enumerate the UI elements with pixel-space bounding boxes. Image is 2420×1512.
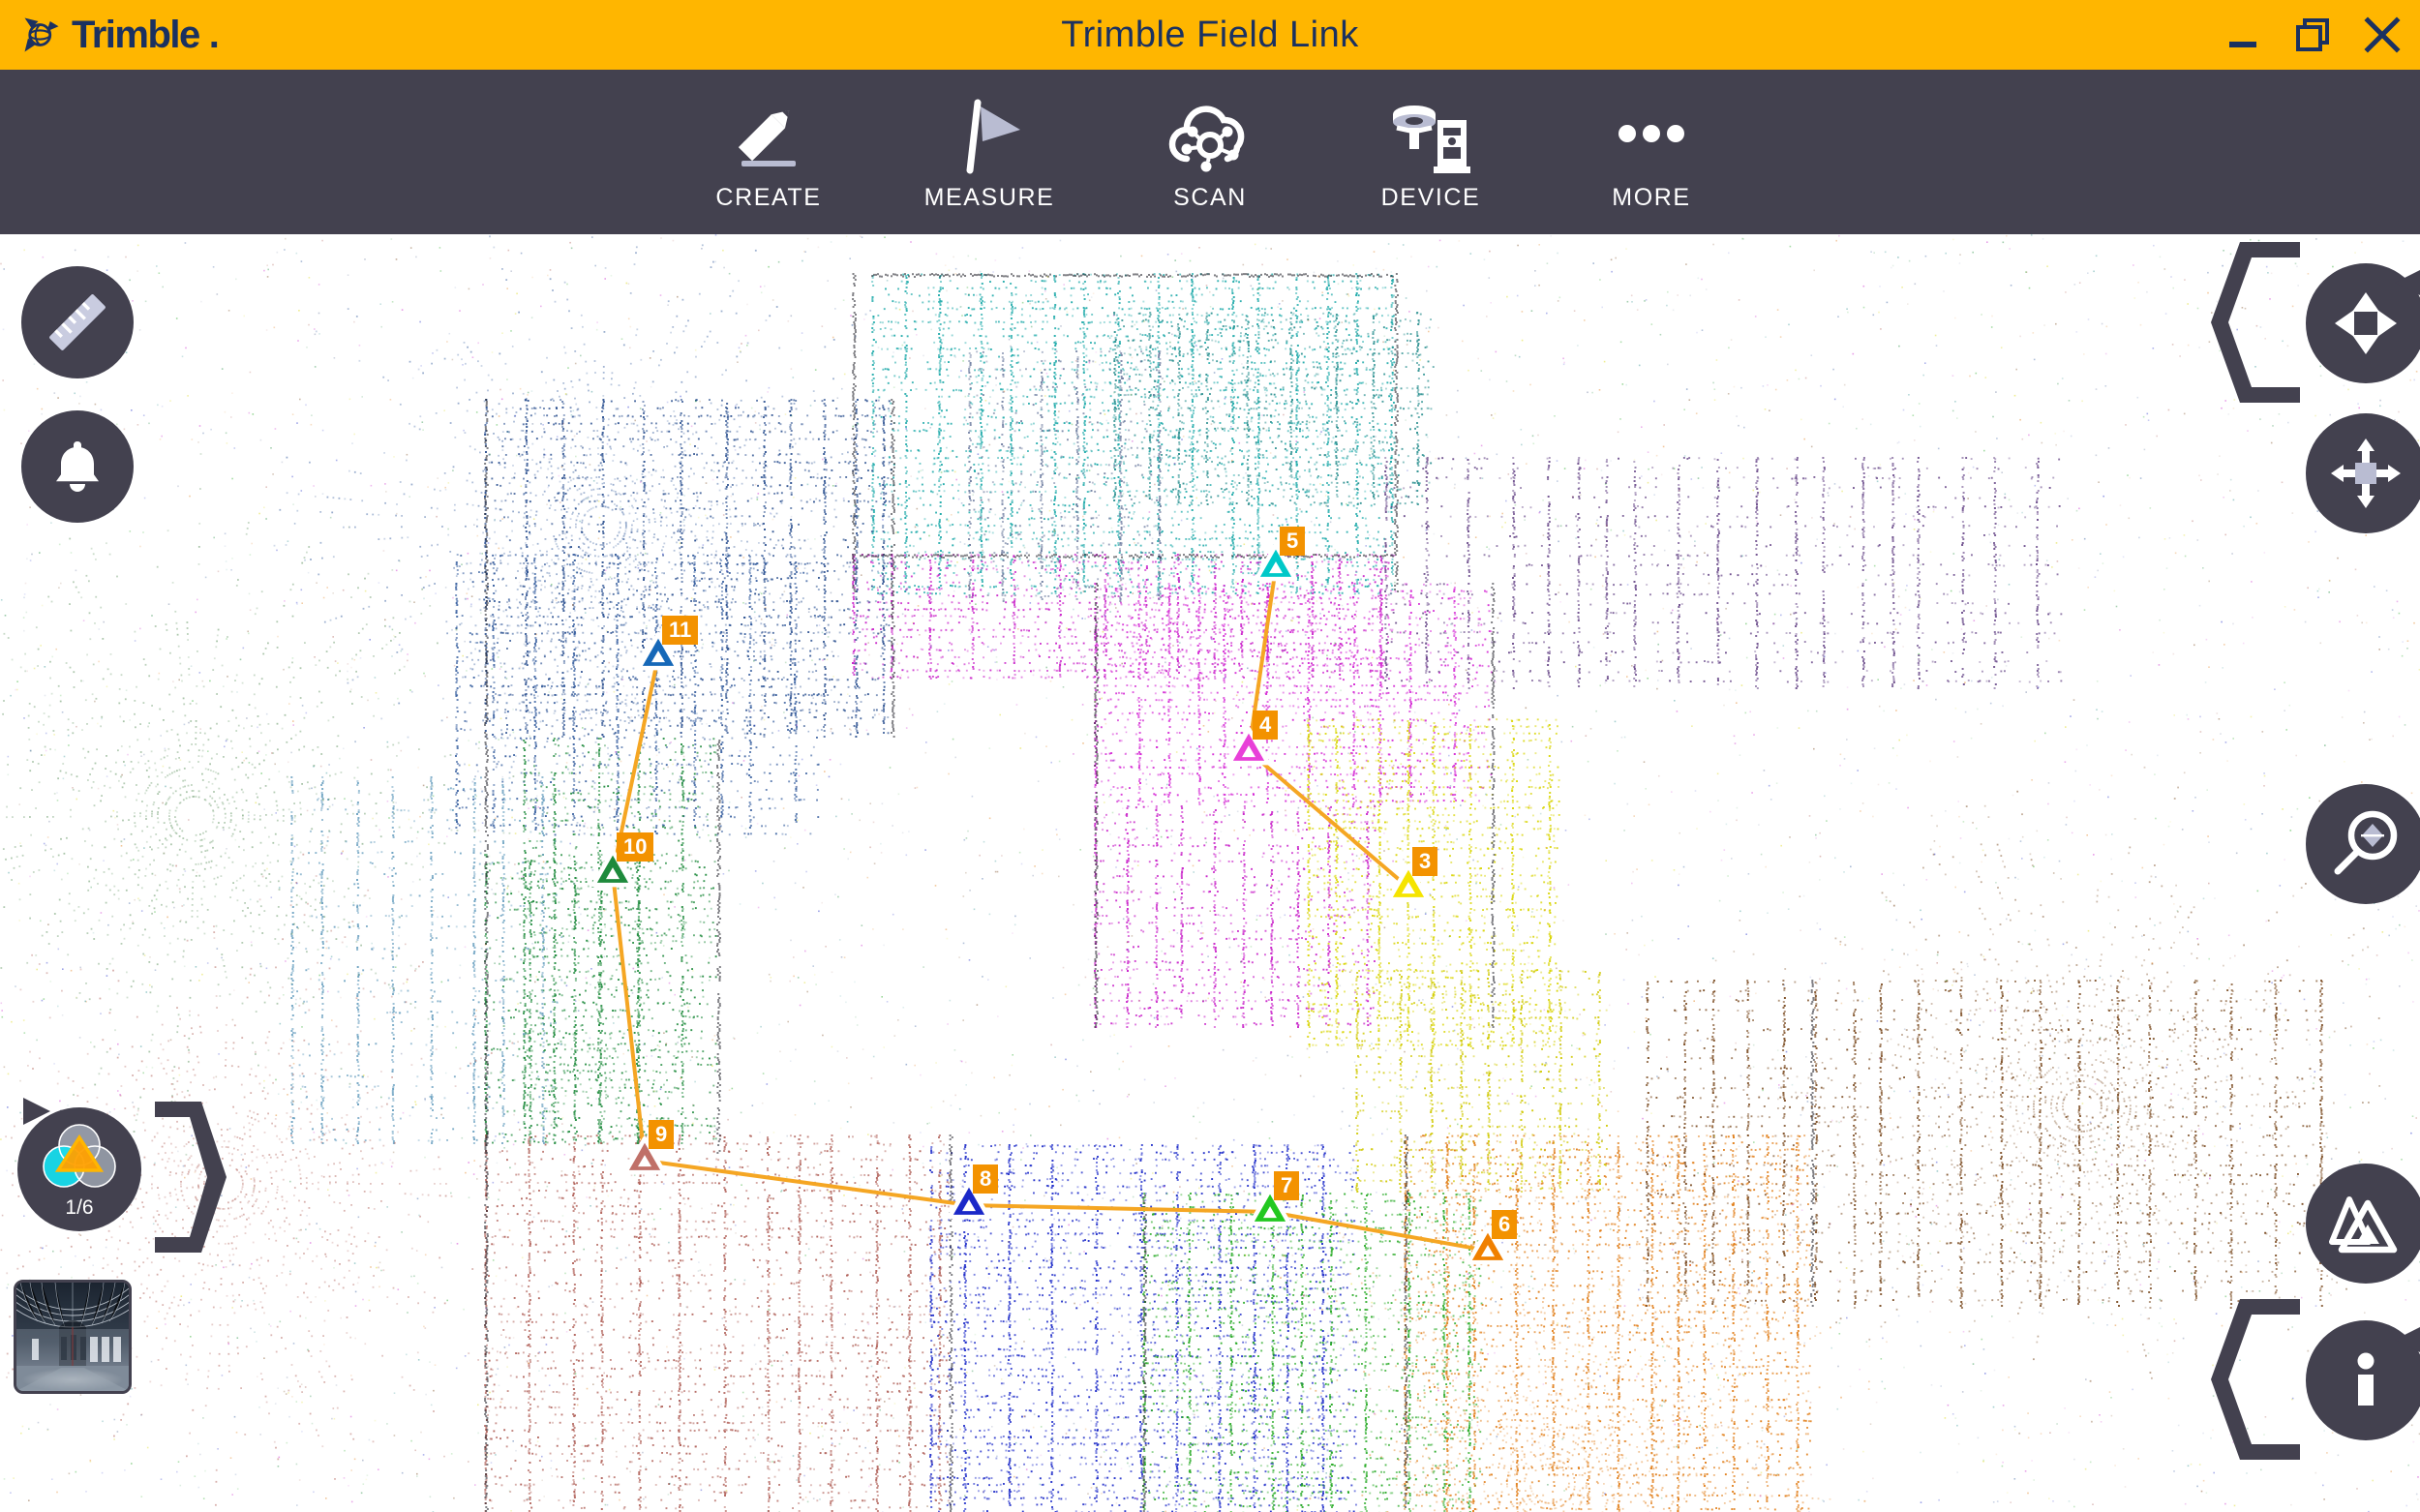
minimize-button[interactable] <box>2223 15 2263 55</box>
station-number-badge: 3 <box>1412 847 1438 876</box>
notifications-button[interactable] <box>21 410 134 523</box>
close-icon <box>2364 16 2401 53</box>
toolbar-label-scan: SCAN <box>1173 184 1247 212</box>
scan-group-widget: 1/6 <box>8 1098 227 1255</box>
toolbar-label-more: MORE <box>1612 184 1690 212</box>
station-number-badge: 8 <box>973 1164 999 1194</box>
twin-triangles-icon <box>2329 1196 2398 1254</box>
scan-cloud-icon <box>1164 99 1256 174</box>
restore-icon <box>2296 18 2329 51</box>
pan-move-icon <box>2331 438 2401 508</box>
info-expand-triangle-icon[interactable] <box>2389 1324 2420 1355</box>
station-number-badge: 9 <box>649 1120 675 1149</box>
measure-tool-button[interactable] <box>21 266 134 378</box>
magnifier-zoom-icon <box>2334 810 2398 875</box>
ellipsis-icon <box>1608 99 1695 174</box>
station-path <box>610 566 1489 1253</box>
restore-button[interactable] <box>2292 15 2333 55</box>
info-panel-bracket <box>2211 1299 2300 1460</box>
application-window: Trimble. Trimble Field Link CREATE MEASU… <box>0 0 2420 1512</box>
title-bar: Trimble. Trimble Field Link <box>0 0 2420 70</box>
ruler-icon <box>49 294 106 350</box>
layers-panel-bracket <box>155 1102 227 1253</box>
pencil-icon <box>728 99 809 174</box>
point-cloud-viewport[interactable]: 34567891011 10 m <box>0 234 2420 1512</box>
pan-navigation-button[interactable] <box>2306 413 2420 533</box>
flag-icon <box>949 99 1030 174</box>
station-view-button[interactable] <box>2306 1164 2420 1284</box>
toolbar-item-more[interactable]: MORE <box>1541 93 1762 212</box>
orbit-expand-triangle-icon[interactable] <box>2389 267 2420 298</box>
toolbar-item-device[interactable]: DEVICE <box>1320 93 1541 212</box>
scan-group-selector[interactable]: 1/6 <box>17 1107 141 1231</box>
zoom-button[interactable] <box>2306 784 2420 904</box>
window-controls <box>2223 0 2403 70</box>
scan-group-count: 1/6 <box>65 1196 93 1220</box>
station-number-badge: 11 <box>662 616 699 645</box>
venn-layers-icon <box>43 1123 116 1188</box>
station-number-badge: 5 <box>1280 527 1306 556</box>
station-number-badge: 10 <box>617 832 654 862</box>
panorama-thumbnail[interactable] <box>14 1280 132 1394</box>
toolbar-label-device: DEVICE <box>1381 184 1481 212</box>
bell-icon <box>56 441 99 492</box>
orbit-panel-bracket <box>2211 242 2300 403</box>
station-number-badge: 7 <box>1274 1171 1300 1200</box>
toolbar-item-create[interactable]: CREATE <box>658 93 879 212</box>
close-button[interactable] <box>2362 15 2403 55</box>
toolbar-label-create: CREATE <box>715 184 821 212</box>
station-number-badge: 6 <box>1492 1210 1518 1239</box>
total-station-icon <box>1387 99 1474 174</box>
main-toolbar: CREATE MEASURE SCAN DEVICE MORE <box>0 70 2420 234</box>
toolbar-item-measure[interactable]: MEASURE <box>879 93 1100 212</box>
minimize-icon <box>2229 42 2256 47</box>
panorama-preview-image <box>16 1283 129 1391</box>
station-number-badge: 4 <box>1253 711 1279 740</box>
toolbar-label-measure: MEASURE <box>924 184 1055 212</box>
window-title: Trimble Field Link <box>0 15 2420 56</box>
toolbar-item-scan[interactable]: SCAN <box>1100 93 1320 212</box>
